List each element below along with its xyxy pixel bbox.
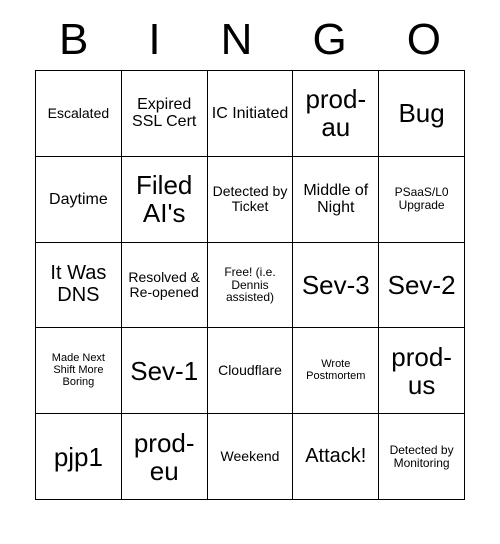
bingo-cell[interactable]: Sev-3	[293, 243, 379, 329]
bingo-header: B I N G O	[35, 18, 465, 62]
cell-text: Free! (i.e. Dennis assisted)	[212, 266, 289, 305]
bingo-cell[interactable]: Wrote Postmortem	[293, 328, 379, 414]
cell-text: prod-eu	[126, 429, 203, 485]
cell-text: Wrote Postmortem	[297, 359, 374, 383]
cell-text: Filed AI's	[126, 171, 203, 227]
bingo-cell[interactable]: prod-eu	[122, 414, 208, 500]
bingo-cell[interactable]: Sev-1	[122, 328, 208, 414]
bingo-cell[interactable]: IC Initiated	[208, 71, 294, 157]
bingo-cell-free[interactable]: Free! (i.e. Dennis assisted)	[208, 243, 294, 329]
bingo-cell[interactable]: Made Next Shift More Boring	[36, 328, 122, 414]
cell-text: Attack!	[305, 446, 366, 468]
cell-text: prod-us	[383, 343, 460, 399]
bingo-cell[interactable]: Middle of Night	[293, 157, 379, 243]
header-letter: O	[407, 18, 441, 62]
bingo-cell[interactable]: Resolved & Re-opened	[122, 243, 208, 329]
cell-text: Sev-1	[130, 357, 198, 385]
header-letter: B	[59, 18, 88, 62]
cell-text: Cloudflare	[218, 363, 282, 378]
bingo-cell[interactable]: prod-au	[293, 71, 379, 157]
cell-text: Detected by Ticket	[212, 184, 289, 214]
cell-text: Expired SSL Cert	[126, 96, 203, 131]
bingo-cell[interactable]: Daytime	[36, 157, 122, 243]
bingo-cell[interactable]: Weekend	[208, 414, 294, 500]
cell-text: prod-au	[297, 85, 374, 141]
cell-text: Weekend	[221, 449, 280, 464]
cell-text: Escalated	[48, 106, 109, 121]
bingo-cell[interactable]: prod-us	[379, 328, 465, 414]
bingo-cell[interactable]: Filed AI's	[122, 157, 208, 243]
cell-text: Middle of Night	[297, 182, 374, 217]
cell-text: Daytime	[49, 191, 108, 208]
cell-text: Made Next Shift More Boring	[40, 353, 117, 389]
bingo-cell[interactable]: Detected by Ticket	[208, 157, 294, 243]
bingo-cell[interactable]: Cloudflare	[208, 328, 294, 414]
bingo-cell[interactable]: It Was DNS	[36, 243, 122, 329]
bingo-cell[interactable]: Expired SSL Cert	[122, 71, 208, 157]
bingo-cell[interactable]: Sev-2	[379, 243, 465, 329]
bingo-board: Escalated Expired SSL Cert IC Initiated …	[35, 70, 465, 500]
cell-text: Resolved & Re-opened	[126, 270, 203, 300]
cell-text: Bug	[398, 99, 444, 127]
bingo-cell[interactable]: PSaaS/L0 Upgrade	[379, 157, 465, 243]
bingo-cell[interactable]: Attack!	[293, 414, 379, 500]
cell-text: PSaaS/L0 Upgrade	[383, 186, 460, 212]
cell-text: Sev-3	[302, 271, 370, 299]
bingo-cell[interactable]: Escalated	[36, 71, 122, 157]
cell-text: It Was DNS	[40, 263, 117, 306]
header-letter: G	[312, 18, 346, 62]
bingo-cell[interactable]: pjp1	[36, 414, 122, 500]
cell-text: Sev-2	[388, 271, 456, 299]
header-letter: N	[221, 18, 253, 62]
bingo-cell[interactable]: Bug	[379, 71, 465, 157]
cell-text: Detected by Monitoring	[383, 444, 460, 470]
bingo-cell[interactable]: Detected by Monitoring	[379, 414, 465, 500]
header-letter: I	[148, 18, 160, 62]
cell-text: pjp1	[54, 443, 103, 471]
cell-text: IC Initiated	[212, 105, 288, 122]
